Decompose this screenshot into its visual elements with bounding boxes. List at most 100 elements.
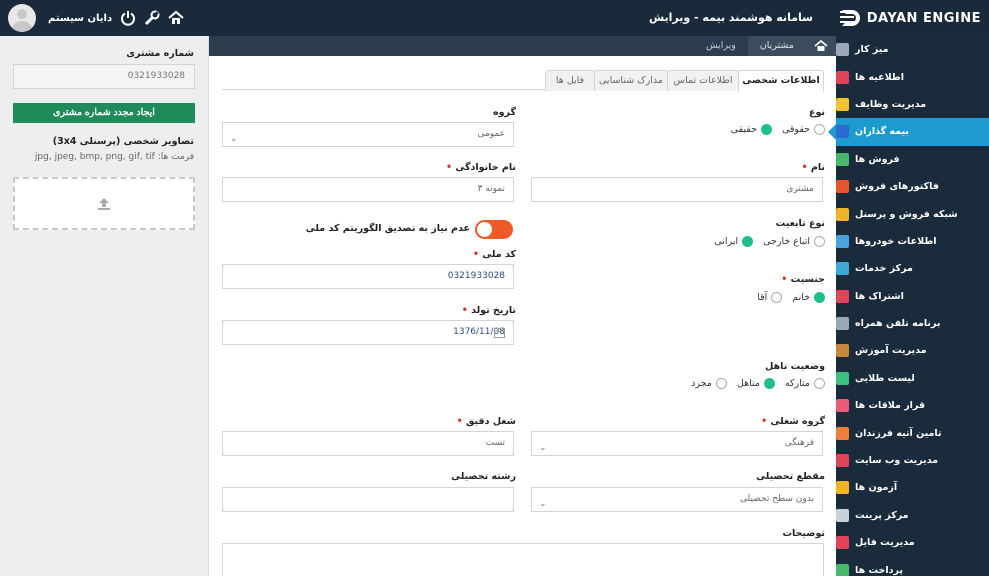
tab-personal-info[interactable]: اطلاعات شخصی [738,70,824,92]
sidebar-item[interactable]: مرکز پرینت [836,502,989,529]
sidebar-item[interactable]: مدیریت آموزش [836,337,989,364]
education-select[interactable]: بدون سطح تحصیلی ⌄ [531,487,823,512]
user-area: دایان سیستم [8,4,184,32]
sidebar-item-label: مدیریت وب سایت [855,455,939,467]
exact-job-input[interactable]: تست [222,431,514,456]
type-legal-radio[interactable]: حقوقی [782,124,825,135]
sidebar-item[interactable]: میز کار [836,36,989,63]
job-group-label: گروه شغلی • [761,416,825,427]
printer-icon [836,508,849,522]
name-input[interactable]: مشتری [531,177,823,202]
sidebar-item[interactable]: لیست طلایی [836,365,989,392]
sidebar-item[interactable]: پرداخت ها [836,556,989,576]
family-input[interactable]: نمونه ۳ [222,177,514,202]
gender-radio-group: آقا خانم [757,292,825,303]
sidebar-item[interactable]: فروش ها [836,146,989,173]
birth-date-input[interactable]: 1376/11/08 [222,320,514,345]
sidebar-item[interactable]: فاکتورهای فروش [836,173,989,200]
megaphone-icon [836,70,849,84]
left-panel: شماره مشتری 0321933028 ایجاد مجدد شماره … [0,36,209,576]
sidebar-item-label: مدیریت آموزش [855,345,927,357]
tab-contact-info[interactable]: اطلاعات تماس [667,70,739,91]
breadcrumb-edit[interactable]: ویرایش [694,36,748,56]
exact-job-label: شغل دقیق • [456,416,516,427]
type-real-radio[interactable]: حقیقی [731,124,772,135]
sidebar-item-label: شبکه فروش و پرسنل [855,208,958,220]
share-icon [836,289,849,303]
sidebar-item-label: مدیریت فایل [855,537,915,549]
sidebar-item[interactable]: قرار ملاقات ها [836,392,989,419]
gender-male-radio[interactable]: آقا [757,292,783,303]
sidebar-item[interactable]: مرکز خدمات [836,255,989,282]
chevron-down-icon: ⌄ [539,443,547,453]
regenerate-customer-number-button[interactable]: ایجاد مجدد شماره مشتری [13,103,195,123]
sidebar-item[interactable]: اطلاعات خودروها [836,228,989,255]
sidebar-item[interactable]: مدیریت فایل [836,529,989,556]
notepad-icon [836,97,849,111]
sidebar-item[interactable]: بیمه گذاران [828,118,989,146]
national-code-label: کد ملی • [472,249,516,260]
birth-date-label: تاریخ تولد • [461,305,516,316]
breadcrumb-customers[interactable]: مشتریان [747,36,806,56]
sidebar-item[interactable]: آزمون ها [836,474,989,501]
payment-icon [836,563,849,576]
invoice-icon [836,180,849,194]
breadcrumb: مشتریان ویرایش [209,36,836,56]
sidebar-item[interactable]: برنامه تلفن همراه [836,310,989,337]
customer-number-label: شماره مشتری [126,48,194,59]
sidebar-item-label: فروش ها [855,153,900,165]
sidebar-item-label: فاکتورهای فروش [855,181,939,193]
group-select[interactable]: عمومی ⌄ [222,122,514,147]
marital-divorced-radio[interactable]: متارکه [785,378,825,389]
gender-label: جنسیت • [781,274,825,285]
education-label: مقطع تحصیلی [756,471,825,482]
job-group-select[interactable]: فرهنگی ⌄ [531,431,823,456]
group-label: گروه [493,107,516,118]
tab-files[interactable]: فایل ها [545,70,595,91]
marital-radio-group: مجرد متاهل متارکه [691,378,825,389]
nationality-radio-group: ایرانی اتباع خارجی [714,236,825,247]
tab-identity-documents[interactable]: مدارک شناسایی [594,70,668,91]
name-label: نام • [801,162,826,173]
wrench-icon[interactable] [144,10,160,26]
field-of-study-input[interactable] [222,487,514,512]
sidebar-item-label: لیست طلایی [855,372,915,384]
app-title: سامانه هوشمند بیمه - ویرایش [648,11,813,24]
marital-married-radio[interactable]: متاهل [737,378,775,389]
gender-female-radio[interactable]: خانم [792,292,825,303]
sidebar-item-label: تامین آتیه فرزندان [855,427,942,439]
breadcrumb-home-icon[interactable] [806,36,836,56]
sidebar-item[interactable]: مدیریت وب سایت [836,447,989,474]
national-code-input[interactable]: 0321933028 [222,264,514,289]
nationality-foreign-radio[interactable]: اتباع خارجی [763,236,825,247]
formats-hint: فرمت ها: jpg, jpeg, bmp, png, gif, tif [34,152,194,162]
brand-logo[interactable]: DAYAN ENGINE [841,0,981,36]
notes-textarea[interactable] [222,543,824,576]
home-icon[interactable] [168,10,184,26]
book-icon [836,344,849,358]
chevron-down-icon: ⌄ [539,499,547,509]
gold-list-icon [836,371,849,385]
nationality-iranian-radio[interactable]: ایرانی [714,236,754,247]
dashboard-icon [836,43,849,57]
power-icon[interactable] [120,10,136,26]
nationality-label: نوع تابعیت [775,218,825,229]
calendar-icon[interactable] [494,327,505,338]
national-code-check-toggle[interactable] [475,220,513,239]
sidebar-item[interactable]: اشتراک ها [836,283,989,310]
money-icon [836,152,849,166]
sidebar: میز کار اطلاعیه ها مدیریت وظایف بیمه گذاران… [828,36,989,576]
sidebar-item[interactable]: مدیریت وظایف [836,91,989,118]
dayan-logo-icon [841,10,860,26]
avatar[interactable] [8,4,36,32]
sidebar-item[interactable]: شبکه فروش و پرسنل [836,200,989,227]
folder-icon [836,536,849,550]
sidebar-item[interactable]: اطلاعیه ها [836,63,989,90]
type-radio-group: حقیقی حقوقی [731,124,825,135]
sidebar-item-label: اشتراک ها [855,290,904,302]
customer-number-field[interactable]: 0321933028 [13,64,195,89]
sidebar-item[interactable]: تامین آتیه فرزندان [836,419,989,446]
photo-upload-dropzone[interactable] [13,177,195,230]
photo-label: تصاویر شخصی (پرسنلی 3x4) [52,136,194,147]
marital-single-radio[interactable]: مجرد [691,378,727,389]
